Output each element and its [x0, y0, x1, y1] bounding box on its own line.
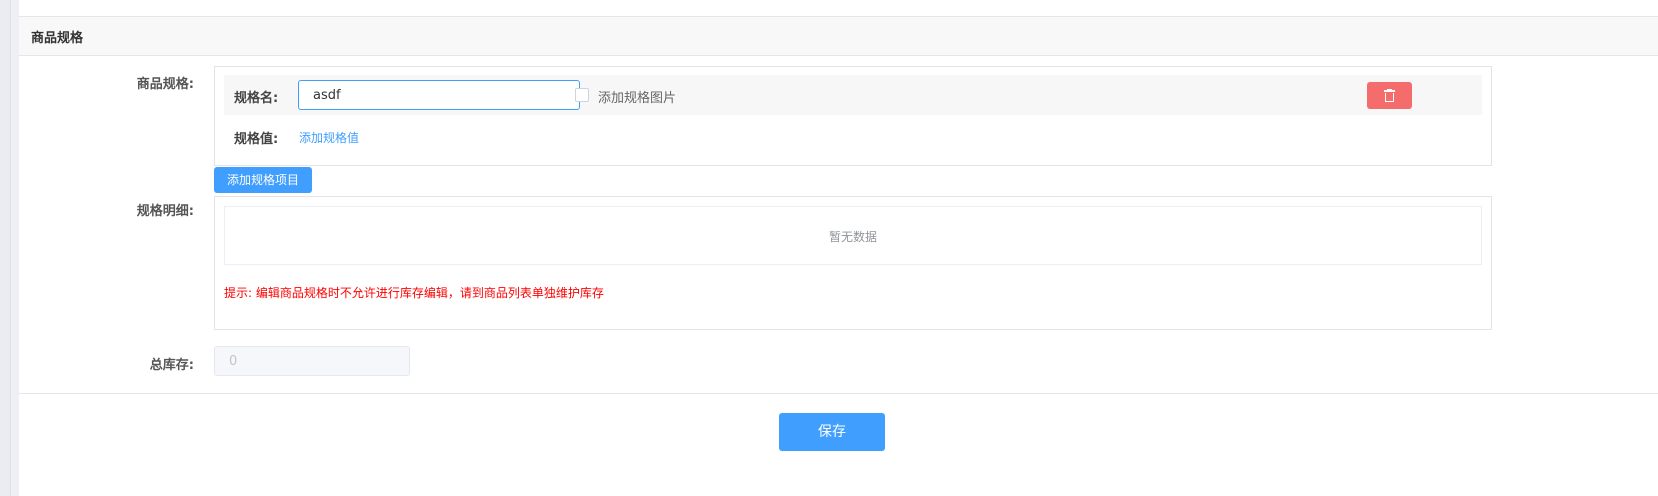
left-strip	[0, 0, 10, 496]
spec-detail-box: 暂无数据 提示: 编辑商品规格时不允许进行库存编辑，请到商品列表单独维护库存	[214, 196, 1492, 330]
spec-value-label: 规格值:	[234, 132, 279, 147]
spec-edit-tip: 提示: 编辑商品规格时不允许进行库存编辑，请到商品列表单独维护库存	[224, 286, 604, 300]
delete-spec-button[interactable]	[1367, 82, 1412, 109]
section-title: 商品规格	[31, 31, 84, 46]
form-divider	[19, 393, 1658, 394]
spec-form-label: 商品规格:	[136, 77, 194, 92]
empty-data-text: 暂无数据	[828, 230, 877, 244]
page-content: 商品规格 商品规格: 规格名: 添加规格图片 规格值: 添加规格值 添加规格项目…	[19, 0, 1658, 496]
add-spec-value-link[interactable]: 添加规格值	[299, 129, 359, 146]
left-strip-border	[10, 0, 11, 496]
spec-name-row: 规格名: 添加规格图片	[224, 75, 1482, 115]
save-button[interactable]: 保存	[779, 413, 885, 451]
add-image-label[interactable]: 添加规格图片	[598, 87, 676, 106]
add-image-checkbox[interactable]	[575, 88, 589, 102]
spec-name-label: 规格名:	[234, 91, 279, 106]
add-spec-item-button[interactable]: 添加规格项目	[214, 167, 312, 193]
total-stock-input	[214, 346, 410, 376]
spec-detail-label: 规格明细:	[136, 204, 194, 219]
total-stock-label: 总库存:	[149, 358, 194, 373]
trash-icon	[1384, 89, 1395, 102]
spec-item-box: 规格名: 添加规格图片 规格值: 添加规格值	[214, 66, 1492, 166]
spec-name-input[interactable]	[298, 80, 580, 110]
spec-detail-table: 暂无数据	[224, 206, 1482, 265]
section-header: 商品规格	[19, 16, 1658, 56]
